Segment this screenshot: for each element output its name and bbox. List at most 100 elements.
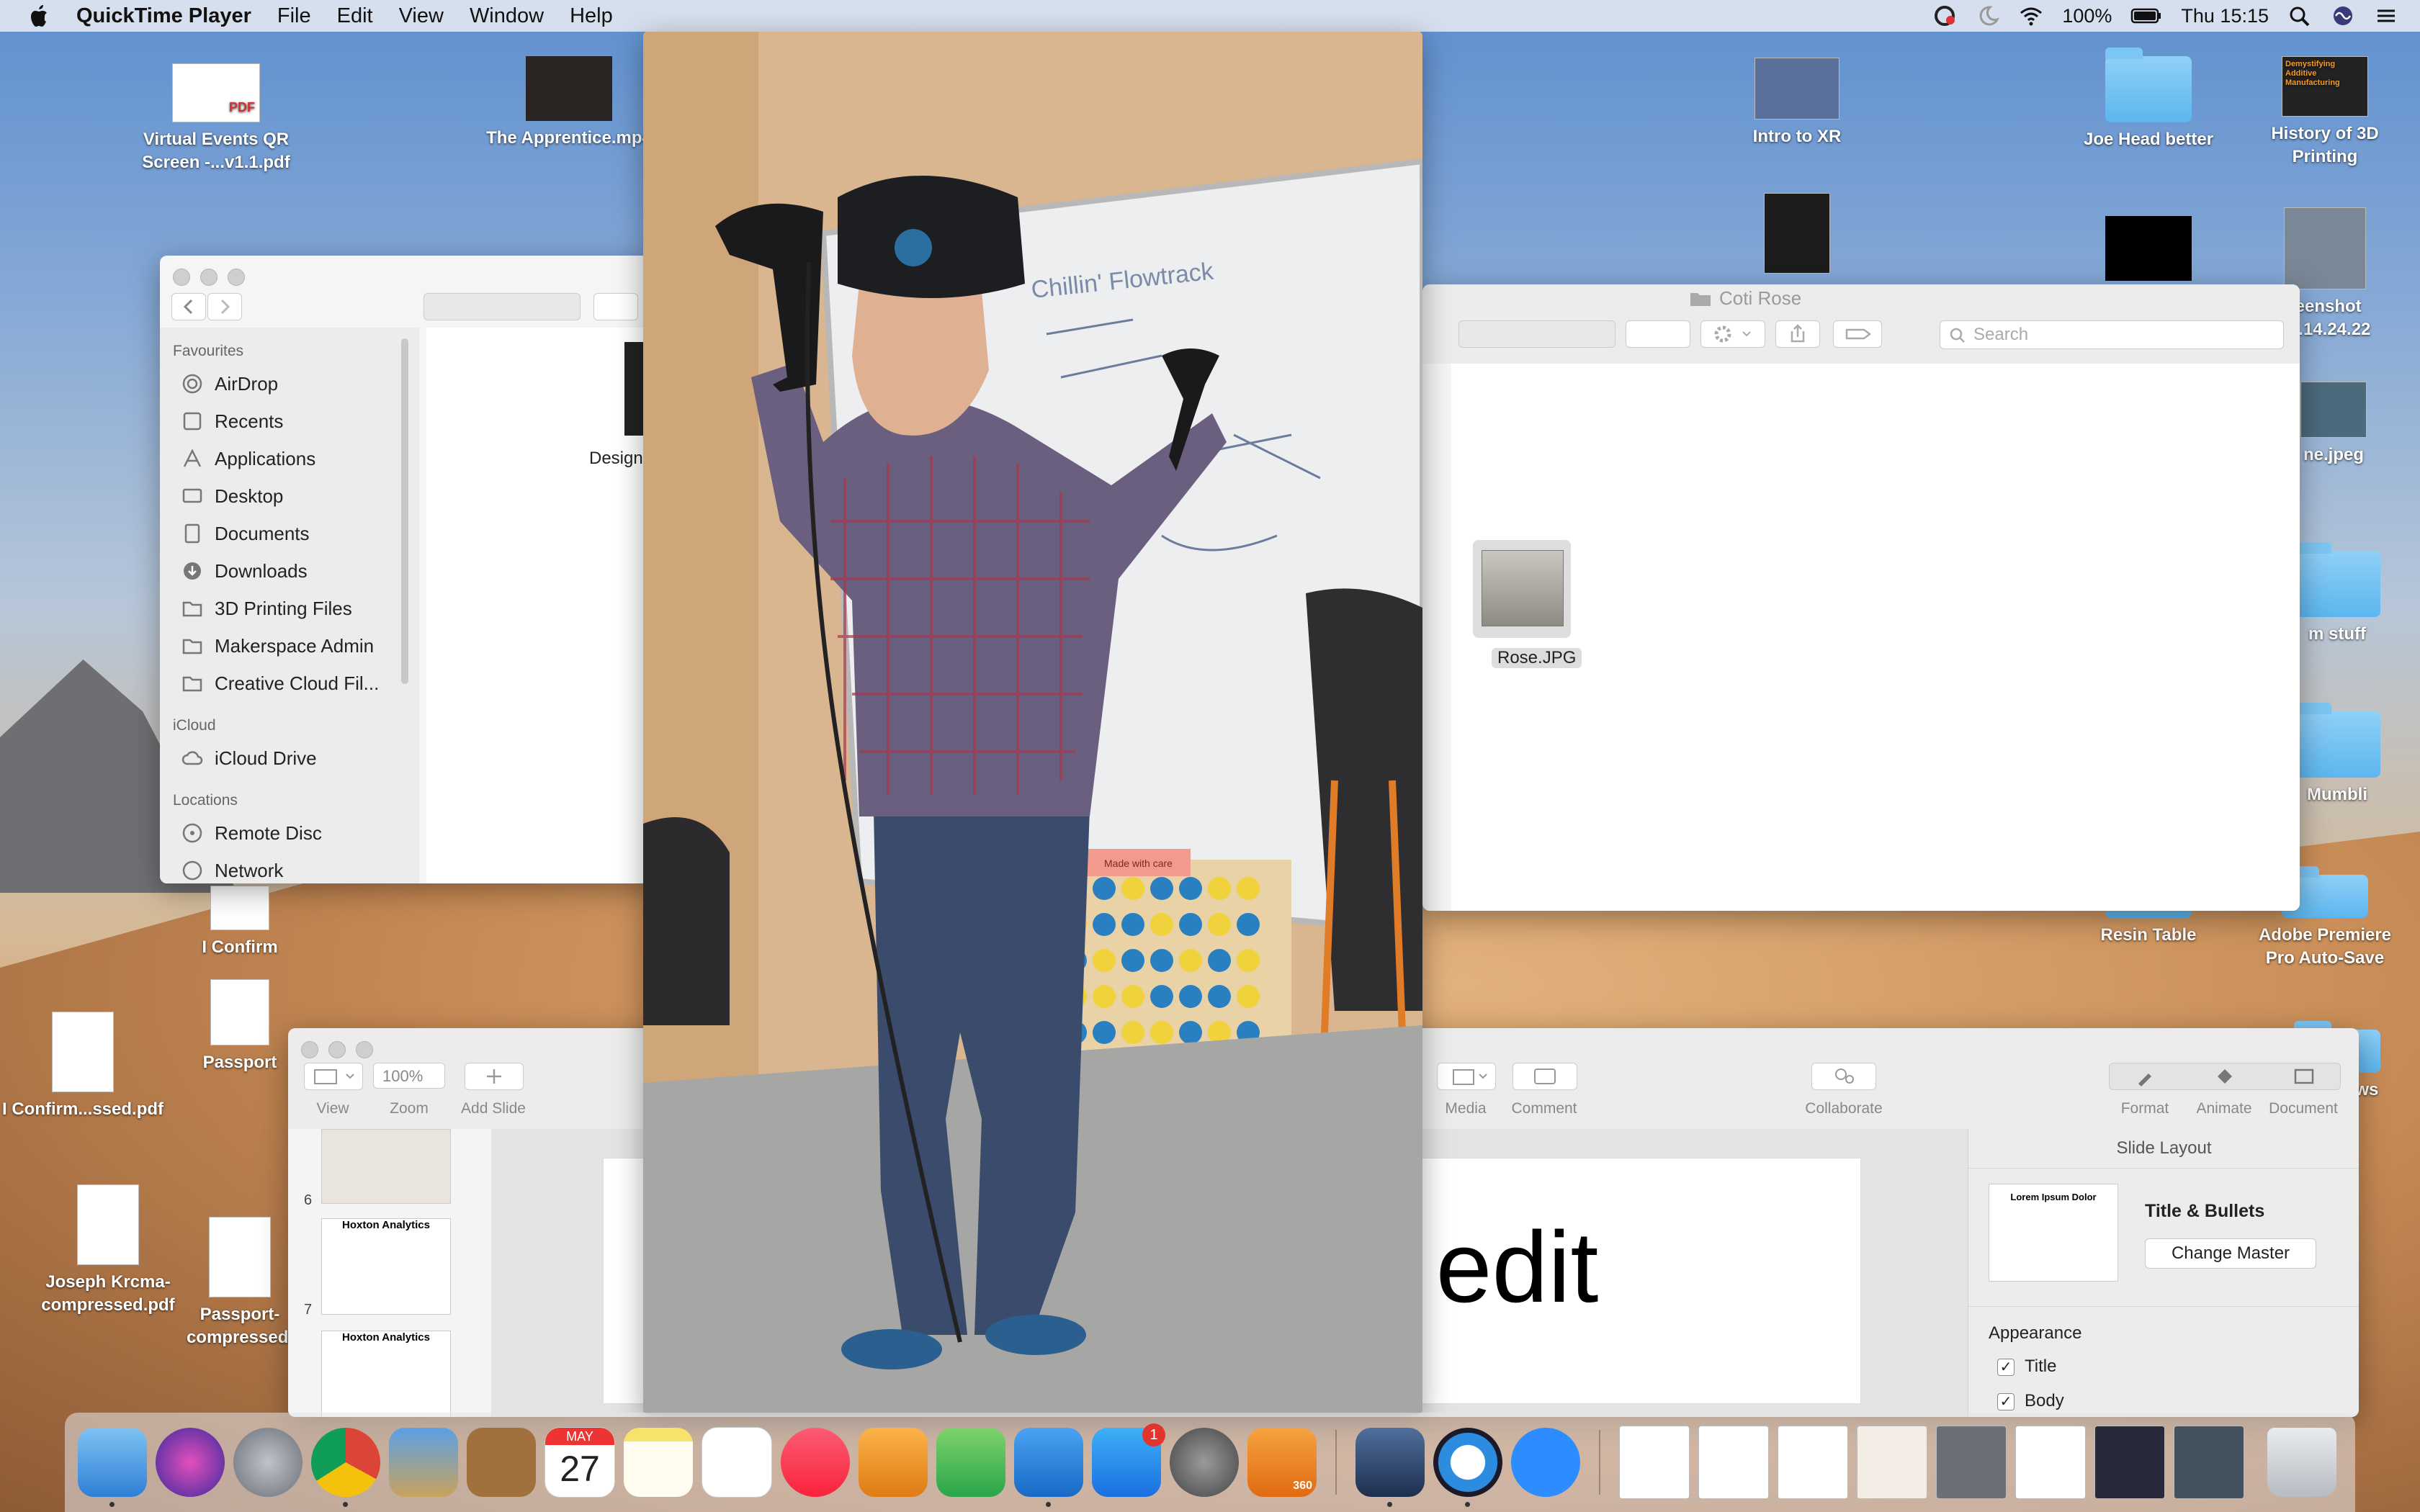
zoom-select[interactable]: 100% (373, 1063, 445, 1089)
tag-button[interactable] (1833, 320, 1882, 348)
slide-thumbnail-7[interactable]: Hoxton Analytics (321, 1218, 451, 1315)
sidebar-item-airdrop[interactable]: AirDrop (160, 365, 419, 402)
group-button[interactable] (593, 293, 638, 320)
preview-dock-icon[interactable] (1355, 1428, 1425, 1507)
menu-app-name[interactable]: QuickTime Player (76, 4, 251, 28)
file-label[interactable]: Design (589, 449, 643, 469)
share-button[interactable] (1775, 320, 1820, 348)
inspector-segmented[interactable] (2109, 1063, 2341, 1090)
keynote-dock-icon[interactable] (1014, 1428, 1083, 1507)
chrome-dock-icon[interactable] (311, 1428, 380, 1507)
animate-icon[interactable] (2210, 1066, 2239, 1086)
desktop-folder-joe-head-better[interactable]: Joe Head better (2066, 48, 2231, 151)
minimized-window-7[interactable] (2094, 1426, 2165, 1499)
music-dock-icon[interactable] (781, 1428, 850, 1497)
comment-button[interactable] (1512, 1063, 1577, 1090)
media-button[interactable] (1437, 1063, 1496, 1090)
minimize-button[interactable] (328, 1041, 346, 1058)
sidebar-item-network[interactable]: Network (160, 852, 419, 883)
sidebar-item-downloads[interactable]: Downloads (160, 552, 419, 590)
mail-dock-icon[interactable] (389, 1428, 458, 1497)
zoom-button[interactable] (356, 1041, 373, 1058)
slide-thumbnail-8[interactable]: Hoxton Analytics (321, 1331, 451, 1417)
desktop-icon-virtual-events-pdf[interactable]: PDF Virtual Events QR Screen -...v1.1.pd… (133, 63, 299, 174)
slide-thumbnail-6[interactable] (321, 1129, 451, 1204)
search-input[interactable]: Search (1940, 320, 2284, 349)
minimized-window-5[interactable] (1936, 1426, 2007, 1499)
action-gear-button[interactable] (1700, 320, 1765, 348)
apple-icon[interactable] (29, 4, 50, 28)
app-store-dock-icon[interactable]: 1 (1092, 1423, 1165, 1497)
sidebar-item-3d-printing-files[interactable]: 3D Printing Files (160, 590, 419, 627)
sidebar-item-icloud-drive[interactable]: iCloud Drive (160, 739, 419, 777)
title-checkbox[interactable]: ✓ (1997, 1358, 2015, 1376)
menu-file[interactable]: File (277, 4, 311, 28)
document-icon[interactable] (2290, 1066, 2318, 1086)
fusion-360-dock-icon[interactable]: 360 (1247, 1428, 1317, 1497)
format-brush-icon[interactable] (2131, 1066, 2160, 1086)
sidebar-item-remote-disc[interactable]: Remote Disc (160, 814, 419, 852)
collaborate-button[interactable] (1811, 1063, 1876, 1090)
minimized-document-2[interactable] (1698, 1426, 1769, 1499)
system-preferences-dock-icon[interactable] (1170, 1428, 1239, 1497)
trash-dock-icon[interactable] (2267, 1428, 2336, 1497)
zoom-dock-icon[interactable] (1511, 1428, 1580, 1497)
sidebar-item-creative-cloud[interactable]: Creative Cloud Fil... (160, 665, 419, 702)
minimized-document-1[interactable] (1619, 1426, 1690, 1499)
desktop-icon-i-confirm-compressed[interactable]: I Confirm...ssed.pdf (0, 1012, 166, 1121)
view-menu-button[interactable] (304, 1063, 363, 1090)
minimized-document-6[interactable] (2015, 1426, 2086, 1499)
wifi-icon[interactable] (2019, 5, 2043, 27)
menu-help[interactable]: Help (570, 4, 613, 28)
control-center-icon[interactable] (2374, 5, 2398, 27)
sidebar-item-documents[interactable]: Documents (160, 515, 419, 552)
body-checkbox-row[interactable]: ✓ Body (1997, 1391, 2064, 1411)
pages-dock-icon[interactable] (859, 1428, 928, 1497)
minimized-document-4[interactable] (1857, 1426, 1927, 1499)
zoom-button[interactable] (228, 269, 245, 286)
launchpad-dock-icon[interactable] (233, 1428, 302, 1497)
numbers-dock-icon[interactable] (936, 1428, 1005, 1497)
desktop-icon-i-confirm[interactable]: I Confirm (157, 886, 323, 959)
reminders-dock-icon[interactable] (702, 1427, 772, 1498)
sidebar-item-desktop[interactable]: Desktop (160, 477, 419, 515)
group-button[interactable] (1626, 320, 1690, 348)
desktop-icon-intro-to-xr[interactable]: Intro to XR (1714, 58, 1880, 148)
add-slide-button[interactable] (465, 1063, 524, 1090)
moon-icon[interactable] (1976, 5, 2000, 27)
file-selection[interactable] (1473, 540, 1571, 638)
file-label[interactable]: Rose.JPG (1492, 648, 1582, 668)
minimized-window-8[interactable] (2174, 1426, 2244, 1499)
calendar-dock-icon[interactable]: MAY 27 (544, 1427, 615, 1498)
view-mode-segmented[interactable] (1458, 320, 1615, 348)
quicktime-video-window[interactable]: Chillin' Flowtrack Made with care (643, 32, 1422, 1414)
minimized-document-3[interactable] (1778, 1426, 1848, 1499)
sidebar-scrollbar[interactable] (401, 338, 408, 684)
forward-button[interactable] (207, 293, 242, 320)
menu-view[interactable]: View (399, 4, 444, 28)
siri-icon[interactable] (2331, 5, 2355, 27)
finder-dock-icon[interactable] (78, 1428, 147, 1507)
quicktime-dock-icon[interactable] (1433, 1428, 1502, 1507)
menu-edit[interactable]: Edit (337, 4, 373, 28)
sidebar-item-applications[interactable]: Applications (160, 440, 419, 477)
creative-cloud-icon[interactable] (1932, 5, 1957, 27)
back-button[interactable] (171, 293, 206, 320)
layout-preview[interactable]: Lorem Ipsum Dolor (1989, 1184, 2118, 1282)
desktop-icon-apprentice-video[interactable]: The Apprentice.mp4 (486, 56, 652, 150)
spotlight-search-icon[interactable] (2287, 5, 2312, 27)
body-checkbox[interactable]: ✓ (1997, 1392, 2015, 1410)
battery-icon[interactable] (2130, 5, 2162, 27)
sidebar-item-recents[interactable]: Recents (160, 402, 419, 440)
notes-dock-icon[interactable] (624, 1428, 693, 1497)
close-button[interactable] (301, 1041, 318, 1058)
desktop-icon-headshot[interactable] (1714, 193, 1880, 279)
siri-dock-icon[interactable] (156, 1428, 225, 1497)
view-mode-segmented[interactable] (424, 293, 581, 320)
contacts-dock-icon[interactable] (467, 1428, 536, 1497)
menu-window[interactable]: Window (470, 4, 544, 28)
close-button[interactable] (173, 269, 190, 286)
desktop-icon-history-3d-printing[interactable]: Demystifying Additive Manufacturing Hist… (2242, 56, 2408, 168)
title-checkbox-row[interactable]: ✓ Title (1997, 1356, 2056, 1377)
sidebar-item-makerspace-admin[interactable]: Makerspace Admin (160, 627, 419, 665)
